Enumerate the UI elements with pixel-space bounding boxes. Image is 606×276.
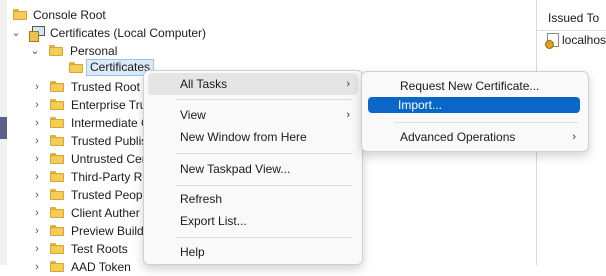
- tree-item-label: Third-Party Ro: [71, 170, 150, 184]
- folder-icon: [50, 171, 64, 182]
- folder-icon: [50, 189, 64, 200]
- column-header-issued-to[interactable]: Issued To: [537, 0, 606, 31]
- menu-item-label: View: [180, 108, 206, 122]
- menu-item-advanced-operations[interactable]: Advanced Operations ›: [366, 126, 584, 148]
- tree-item-label: Preview Build: [71, 224, 144, 238]
- all-tasks-submenu: Request New Certificate... Import... Adv…: [361, 71, 589, 152]
- tree-item-label: Console Root: [33, 8, 106, 22]
- menu-separator: [176, 237, 352, 238]
- tree-item-label: Trusted Root C: [71, 80, 152, 94]
- folder-icon: [50, 117, 64, 128]
- chevron-right-icon[interactable]: ›: [31, 240, 43, 258]
- folder-icon: [49, 45, 63, 56]
- folder-icon: [50, 225, 64, 236]
- certificate-icon: [545, 33, 560, 49]
- column-header-label: Issued To: [548, 11, 600, 25]
- folder-icon: [50, 153, 64, 164]
- menu-item-new-taskpad[interactable]: New Taskpad View...: [148, 158, 358, 180]
- chevron-right-icon: ›: [346, 109, 350, 121]
- chevron-right-icon[interactable]: ›: [31, 132, 43, 150]
- menu-item-refresh[interactable]: Refresh: [148, 188, 358, 210]
- chevron-right-icon: ›: [572, 131, 576, 143]
- tree-item-label: Enterprise Tru: [71, 98, 147, 112]
- menu-separator: [176, 99, 352, 100]
- tree-item-console-root[interactable]: Console Root: [0, 6, 530, 24]
- menu-item-label: Refresh: [180, 192, 223, 206]
- folder-icon: [69, 62, 83, 73]
- menu-item-view[interactable]: View ›: [148, 104, 358, 126]
- tree-item-label: Personal: [70, 44, 118, 58]
- chevron-right-icon[interactable]: ›: [31, 96, 43, 114]
- menu-separator: [394, 122, 578, 123]
- tree-item-label: Untrusted Cer: [71, 152, 146, 166]
- chevron-right-icon[interactable]: ›: [31, 114, 43, 132]
- context-menu: All Tasks › View › New Window from Here …: [143, 70, 363, 265]
- chevron-right-icon[interactable]: ›: [31, 150, 43, 168]
- folder-icon: [50, 99, 64, 110]
- tree-item-label: Client Auther: [71, 206, 140, 220]
- menu-separator: [176, 153, 352, 154]
- list-item[interactable]: localhos: [545, 31, 606, 49]
- menu-separator: [176, 185, 352, 186]
- menu-item-label: All Tasks: [180, 77, 228, 91]
- tree-item-local-computer[interactable]: ⌄ Certificates (Local Computer): [0, 24, 530, 42]
- tree-item-label: Test Roots: [71, 242, 128, 256]
- menu-item-label: Help: [180, 245, 205, 259]
- chevron-right-icon[interactable]: ›: [31, 258, 43, 276]
- list-item-label: localhos: [562, 33, 606, 47]
- tree-item-label: AAD Token: [71, 260, 131, 274]
- chevron-right-icon[interactable]: ›: [31, 222, 43, 240]
- chevron-right-icon[interactable]: ›: [31, 168, 43, 186]
- menu-item-label: New Window from Here: [180, 130, 307, 144]
- folder-icon: [50, 135, 64, 146]
- menu-item-label: Request New Certificate...: [400, 79, 540, 93]
- chevron-right-icon[interactable]: ›: [31, 204, 43, 222]
- chevron-right-icon[interactable]: ›: [31, 78, 43, 96]
- chevron-down-icon[interactable]: ⌄: [10, 24, 22, 42]
- menu-item-export-list[interactable]: Export List...: [148, 210, 358, 232]
- menu-item-help[interactable]: Help: [148, 241, 358, 263]
- folder-icon: [13, 9, 27, 20]
- menu-item-label: Export List...: [180, 214, 247, 228]
- tree-item-label: Trusted Peopl: [71, 188, 146, 202]
- tree-item-label: Trusted Publis: [71, 134, 148, 148]
- menu-item-import[interactable]: Import...: [368, 97, 580, 113]
- folder-icon: [50, 243, 64, 254]
- folder-icon: [50, 261, 64, 272]
- tree-item-label: Intermediate C: [71, 116, 150, 130]
- computer-certificate-icon: [29, 26, 45, 42]
- chevron-right-icon[interactable]: ›: [31, 186, 43, 204]
- menu-item-all-tasks[interactable]: All Tasks ›: [148, 73, 358, 95]
- menu-item-label: Advanced Operations: [400, 130, 516, 144]
- tree-item-label: Certificates (Local Computer): [50, 26, 207, 40]
- menu-item-new-window[interactable]: New Window from Here: [148, 126, 358, 148]
- menu-item-label: Import...: [398, 98, 443, 112]
- tree-item-personal[interactable]: ⌄ Personal: [0, 42, 530, 60]
- chevron-down-icon[interactable]: ⌄: [29, 42, 41, 60]
- folder-icon: [50, 81, 64, 92]
- menu-item-label: New Taskpad View...: [180, 162, 291, 176]
- folder-icon: [50, 207, 64, 218]
- menu-item-request-new-certificate[interactable]: Request New Certificate...: [366, 75, 584, 97]
- chevron-right-icon: ›: [346, 78, 350, 90]
